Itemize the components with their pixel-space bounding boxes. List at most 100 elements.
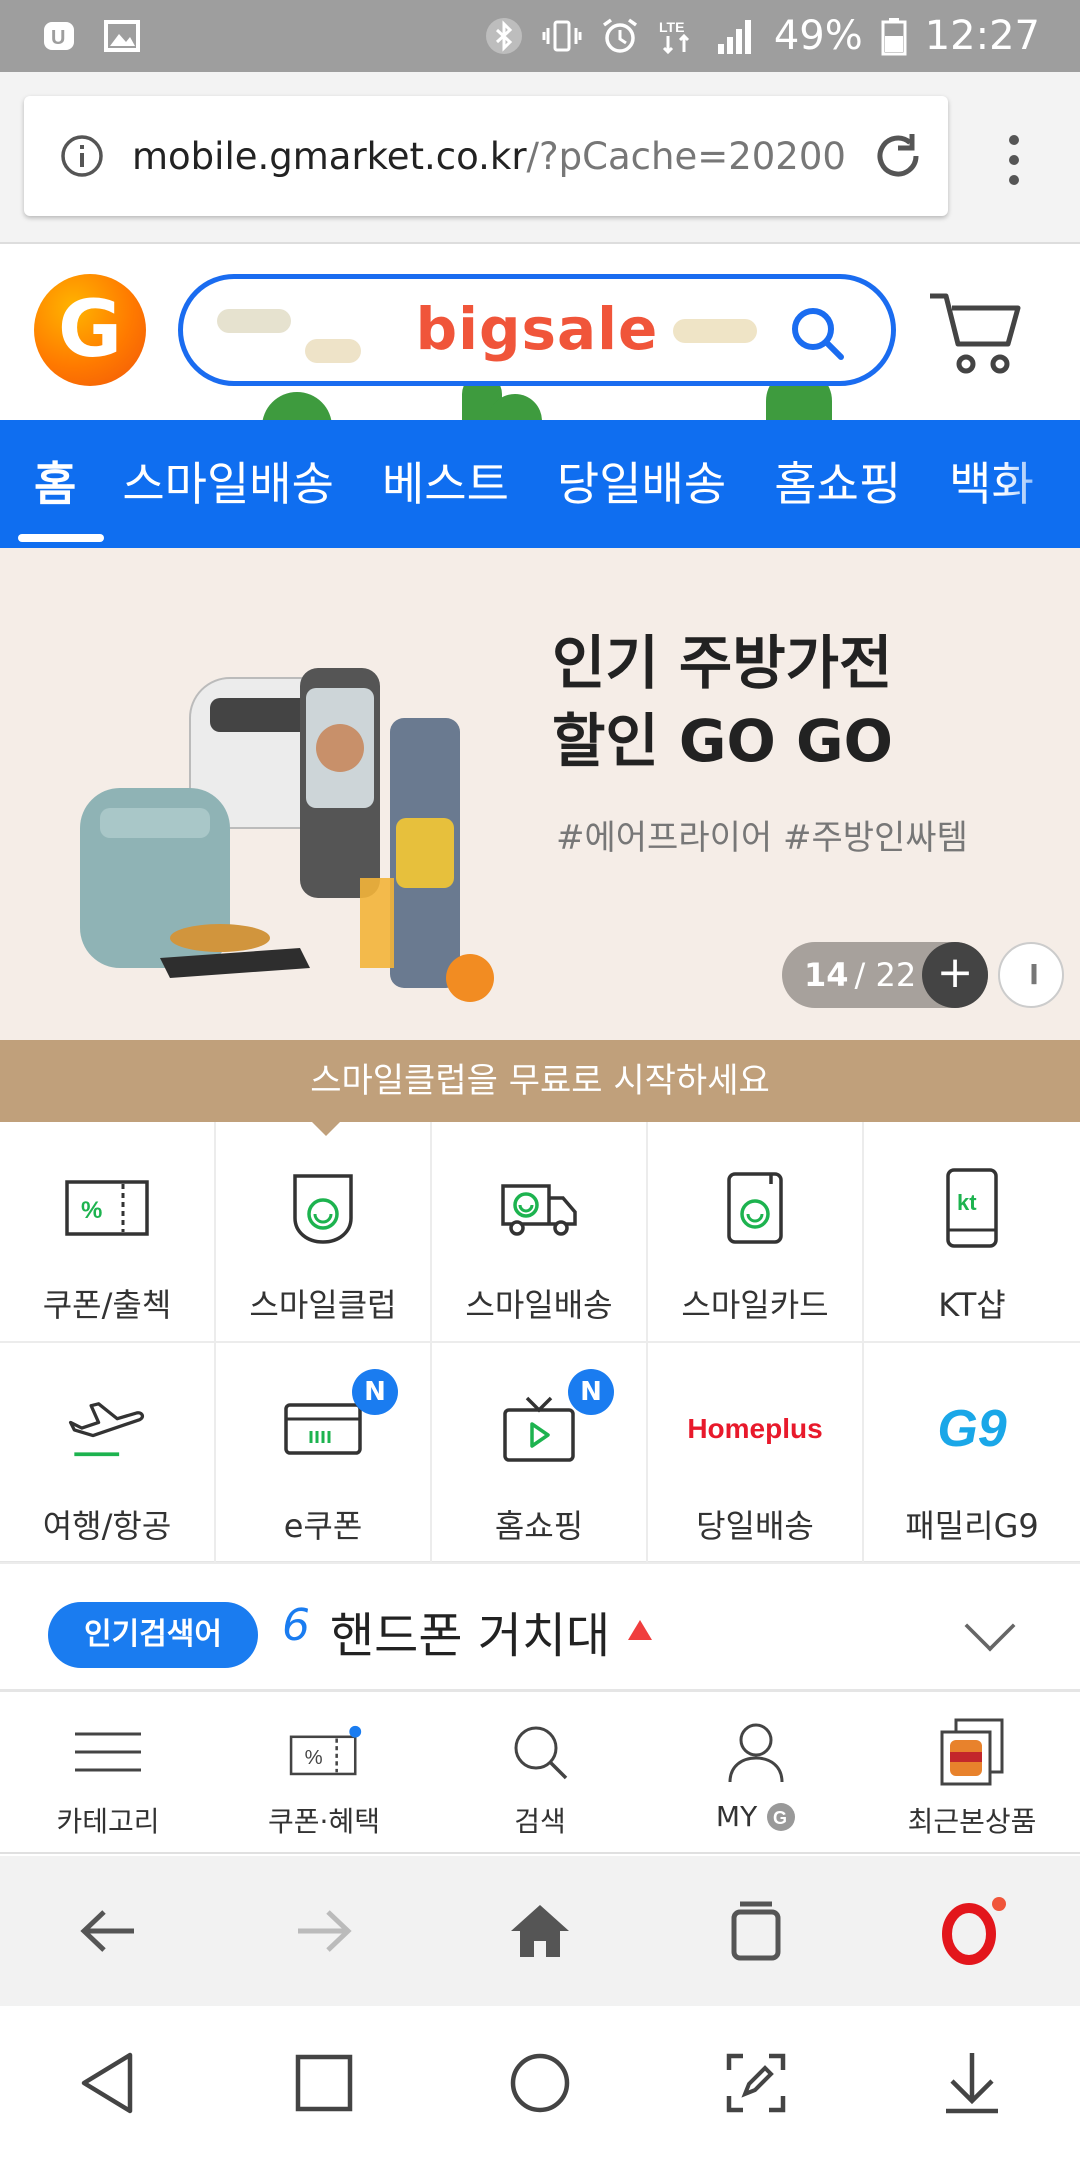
status-bar: U LTE 49% 12:27 bbox=[0, 0, 1080, 72]
appbar-recent[interactable]: 최근본상품 bbox=[864, 1692, 1080, 1852]
kitchen-appliances-image bbox=[80, 668, 494, 1002]
image-notification-icon bbox=[104, 20, 140, 52]
pause-icon[interactable]: II bbox=[998, 942, 1064, 1008]
reload-icon[interactable] bbox=[870, 128, 926, 184]
appbar-my[interactable]: MY G bbox=[648, 1692, 864, 1852]
tab-home-shopping[interactable]: 홈쇼핑 bbox=[750, 420, 925, 548]
recent-items-icon bbox=[934, 1718, 1010, 1786]
coupon-icon: % bbox=[286, 1720, 362, 1784]
tabs-fade bbox=[1000, 420, 1080, 548]
banner-pager[interactable]: 14 / 22 + bbox=[782, 942, 988, 1008]
tab-best[interactable]: 베스트 bbox=[358, 420, 533, 548]
system-back-button[interactable] bbox=[0, 2051, 216, 2115]
appbar-label: 최근본상품 bbox=[907, 1805, 1037, 1838]
delivery-truck-icon bbox=[497, 1166, 581, 1250]
appbar-category[interactable]: 카테고리 bbox=[0, 1692, 216, 1852]
user-icon bbox=[718, 1720, 794, 1784]
popular-badge: 인기검색어 bbox=[48, 1602, 258, 1668]
shortcut-kt-shop[interactable]: kt KT샵 bbox=[864, 1122, 1080, 1343]
kt-logo-text: kt bbox=[957, 1190, 977, 1215]
coupon-icon: % bbox=[65, 1166, 149, 1250]
homeplus-logo: Homeplus bbox=[665, 1387, 845, 1471]
tab-home[interactable]: 홈 bbox=[0, 420, 105, 548]
appbar-search[interactable]: 검색 bbox=[432, 1692, 648, 1852]
alarm-icon bbox=[602, 18, 637, 53]
homeplus-logo-text: Homeplus bbox=[687, 1413, 823, 1444]
popular-keyword-bar[interactable]: 인기검색어 6 핸드폰 거치대 bbox=[0, 1564, 1080, 1692]
back-button[interactable] bbox=[0, 1906, 216, 1956]
tab-smile-delivery[interactable]: 스마일배송 bbox=[98, 420, 358, 548]
smileclub-banner[interactable]: 스마일클럽을 무료로 시작하세요 bbox=[0, 1040, 1080, 1122]
svg-text:LTE: LTE bbox=[659, 19, 684, 35]
vibrate-icon bbox=[542, 20, 582, 52]
shortcut-label: 스마일클럽 bbox=[249, 1286, 397, 1324]
overflow-menu-icon[interactable] bbox=[1000, 132, 1028, 188]
arrow-down-bar-icon bbox=[946, 2053, 998, 2114]
url-domain: mobile.gmarket.co.kr bbox=[132, 134, 527, 178]
shortcut-label: 당일배송 bbox=[696, 1507, 814, 1545]
info-icon[interactable] bbox=[60, 134, 104, 178]
system-recents-button[interactable] bbox=[216, 2053, 432, 2113]
chevron-down-icon[interactable] bbox=[964, 1600, 1016, 1652]
app-notification-icon: U bbox=[44, 22, 74, 50]
airplane-icon bbox=[65, 1387, 149, 1471]
appbar-my-text: MY bbox=[715, 1800, 758, 1833]
shortcut-coupon[interactable]: % 쿠폰/출첵 bbox=[0, 1122, 216, 1343]
shortcut-smileclub[interactable]: 스마일클럽 bbox=[216, 1122, 432, 1343]
opera-menu-button[interactable] bbox=[864, 1896, 1080, 1966]
shortcut-ecoupon[interactable]: N e쿠폰 bbox=[216, 1343, 432, 1564]
browser-toolbar bbox=[0, 1856, 1080, 2006]
search-bar[interactable]: bigsale bbox=[178, 274, 896, 386]
clock: 12:27 bbox=[924, 13, 1040, 59]
shortcut-family-g9[interactable]: G9 패밀리G9 bbox=[864, 1343, 1080, 1564]
url-text[interactable]: mobile.gmarket.co.kr/?pCache=20200 bbox=[132, 135, 852, 178]
new-badge: N bbox=[352, 1369, 398, 1415]
forward-button[interactable] bbox=[216, 1906, 432, 1956]
bluetooth-icon bbox=[485, 18, 522, 54]
banner-title-line2: 할인 GO GO bbox=[552, 707, 893, 775]
shortcut-label: 스마일배송 bbox=[465, 1286, 613, 1324]
banner-hashtags: #에어프라이어 #주방인싸템 bbox=[556, 818, 968, 858]
browser-url-bar: mobile.gmarket.co.kr/?pCache=20200 bbox=[0, 72, 1080, 244]
kt-phone-icon: kt bbox=[930, 1166, 1014, 1250]
home-button[interactable] bbox=[432, 1903, 648, 1959]
cart-icon[interactable] bbox=[926, 288, 1024, 378]
shortcut-home-shopping[interactable]: N 홈쇼핑 bbox=[432, 1343, 648, 1564]
g9-logo-text: G9 bbox=[937, 1400, 1007, 1458]
new-badge: N bbox=[568, 1369, 614, 1415]
popular-keyword[interactable]: 핸드폰 거치대 bbox=[330, 1596, 610, 1666]
promo-banner[interactable]: 인기 주방가전 할인 GO GO #에어프라이어 #주방인싸템 14 / 22 … bbox=[0, 548, 1080, 1040]
card-icon bbox=[713, 1166, 797, 1250]
svg-text:G: G bbox=[773, 1808, 787, 1828]
shortcut-travel[interactable]: 여행/항공 bbox=[0, 1343, 216, 1564]
pager-total: / 22 bbox=[854, 956, 917, 994]
notification-pull-button[interactable] bbox=[864, 2051, 1080, 2115]
shortcut-label: 쿠폰/출첵 bbox=[42, 1286, 172, 1324]
appbar-coupon[interactable]: % 쿠폰·혜택 bbox=[216, 1692, 432, 1852]
shortcut-label: e쿠폰 bbox=[283, 1507, 363, 1545]
decor-tree bbox=[262, 392, 332, 420]
battery-percent: 49% bbox=[773, 13, 863, 59]
shortcut-label: 홈쇼핑 bbox=[494, 1507, 584, 1545]
tabs-icon bbox=[731, 1901, 781, 1961]
appbar-label: 검색 bbox=[514, 1805, 566, 1838]
circle-home-icon bbox=[510, 2053, 570, 2113]
tab-same-day[interactable]: 당일배송 bbox=[533, 420, 750, 548]
banner-title-line1: 인기 주방가전 bbox=[552, 629, 893, 697]
shortcut-same-day[interactable]: Homeplus 당일배송 bbox=[648, 1343, 864, 1564]
triangle-back-icon bbox=[81, 2052, 133, 2114]
smileclub-icon bbox=[281, 1166, 365, 1250]
appbar-label: 쿠폰·혜택 bbox=[268, 1805, 380, 1838]
shortcut-smile-delivery[interactable]: 스마일배송 bbox=[432, 1122, 648, 1343]
pager-current: 14 bbox=[804, 956, 849, 994]
search-icon[interactable] bbox=[787, 303, 849, 365]
url-field[interactable]: mobile.gmarket.co.kr/?pCache=20200 bbox=[24, 96, 948, 216]
screenshot-edit-button[interactable] bbox=[648, 2052, 864, 2114]
tabs-button[interactable] bbox=[648, 1900, 864, 1962]
shortcut-smile-card[interactable]: 스마일카드 bbox=[648, 1122, 864, 1343]
g-mini-logo: G bbox=[767, 1803, 796, 1831]
system-home-button[interactable] bbox=[432, 2052, 648, 2114]
gmarket-logo[interactable]: G bbox=[34, 274, 146, 386]
svg-text:%: % bbox=[81, 1197, 102, 1224]
plus-icon[interactable]: + bbox=[922, 942, 988, 1008]
